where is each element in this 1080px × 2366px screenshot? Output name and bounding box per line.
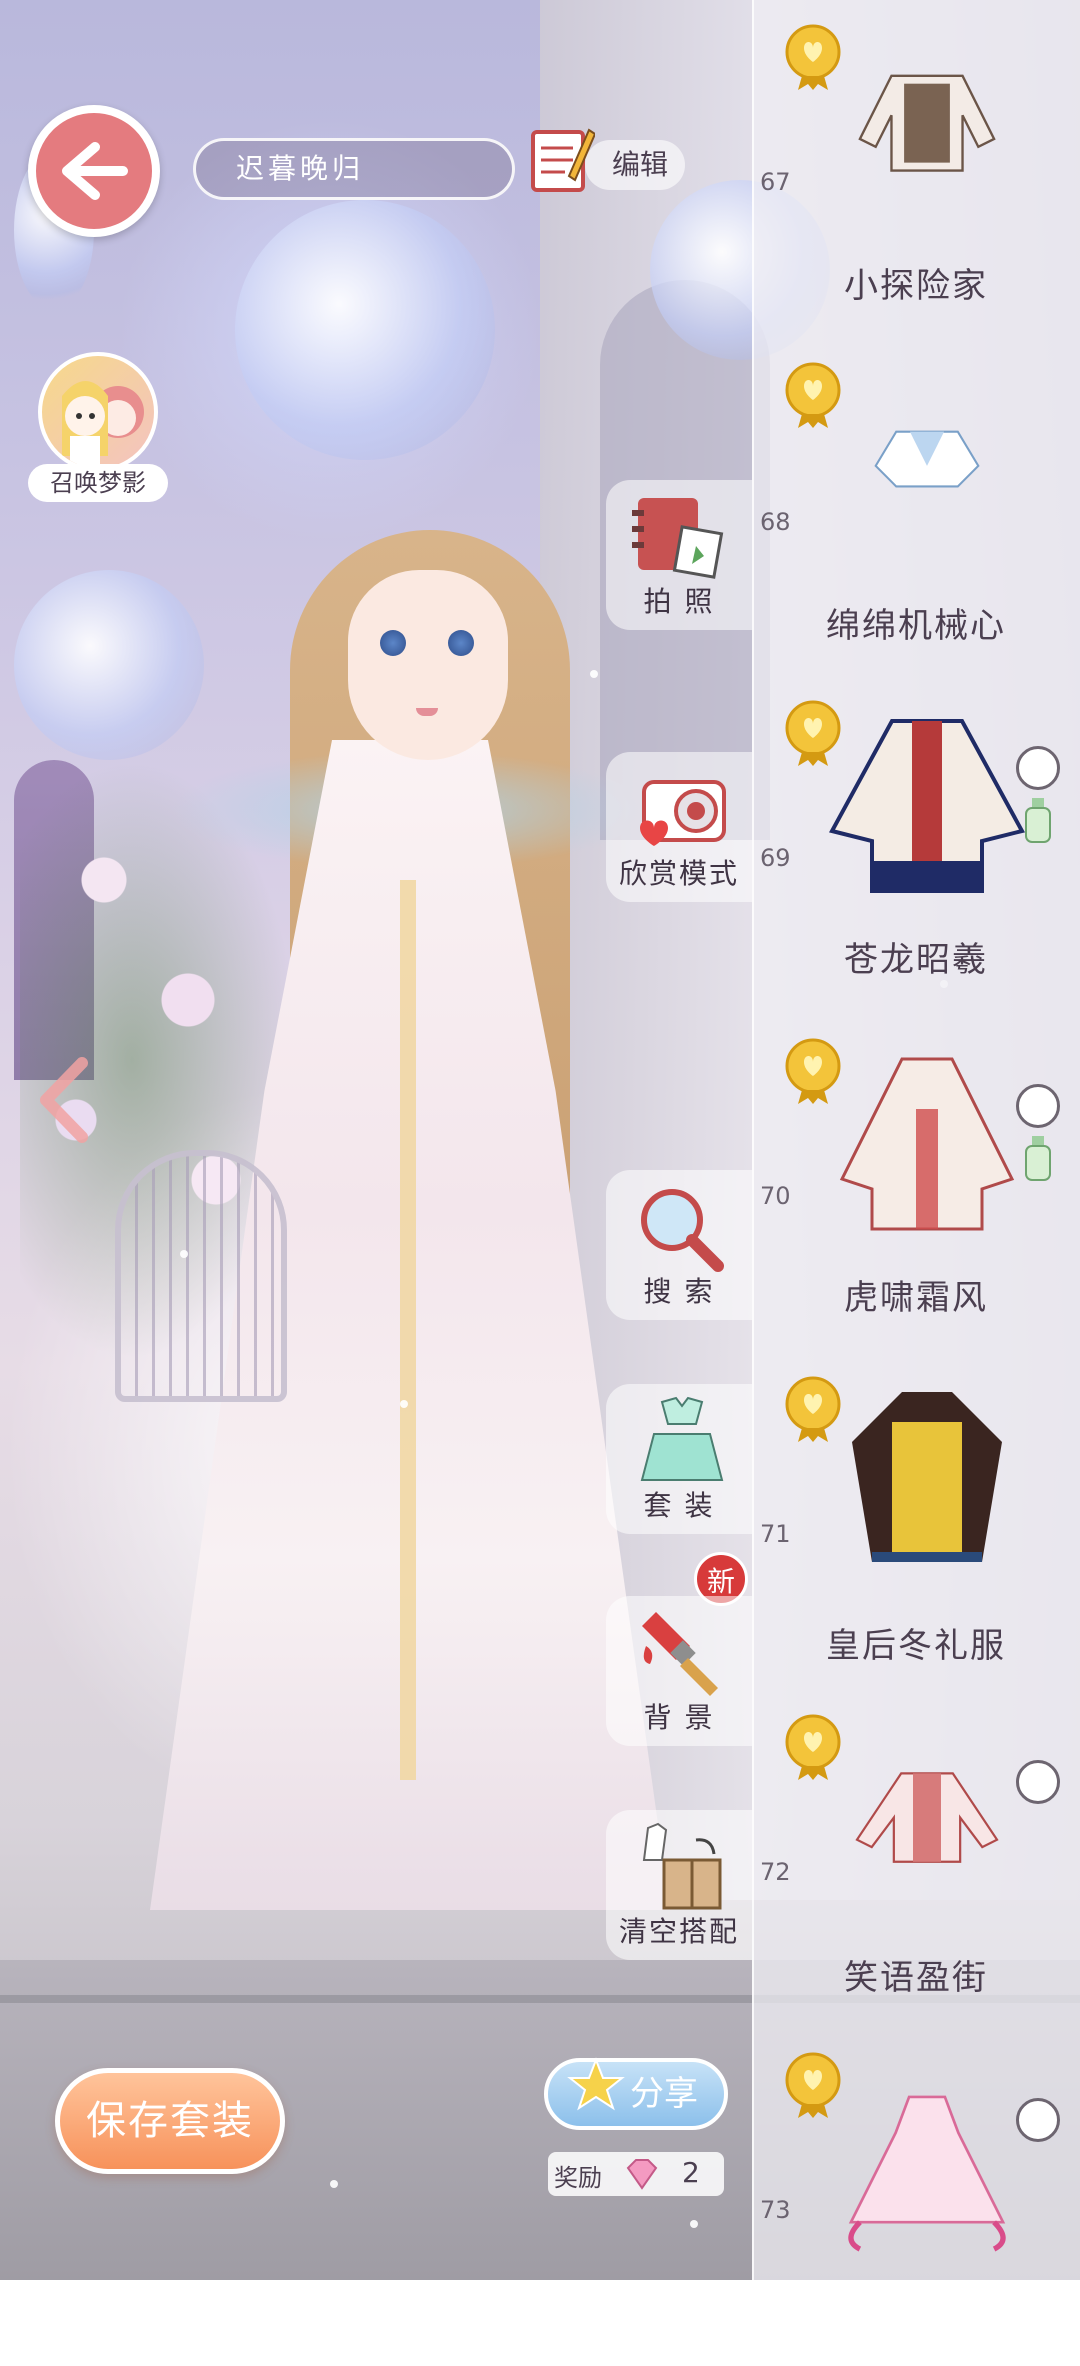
outfit-number: 72: [760, 1858, 791, 1886]
character-face: [348, 570, 508, 760]
back-button[interactable]: [28, 105, 160, 237]
sparkle: [400, 1400, 408, 1408]
appreciate-mode-label: 欣赏模式: [618, 857, 739, 890]
edit-button[interactable]: 编辑: [525, 110, 685, 200]
pose-icon[interactable]: [1016, 1084, 1060, 1128]
twin-girls-icon: [62, 381, 144, 466]
save-outfit-button[interactable]: 保存套装: [55, 2068, 285, 2174]
suits-button[interactable]: 套 装: [606, 1384, 752, 1534]
outfit-set-icon: [640, 1396, 724, 1481]
outfit-name: 笑语盈街: [844, 1958, 988, 1998]
previous-arrow-icon[interactable]: [34, 1055, 94, 1145]
outfit-name: 小探险家: [844, 266, 988, 306]
edit-label: 编辑: [585, 140, 685, 190]
search-label: 搜 索: [643, 1275, 715, 1308]
background-label: 背 景: [643, 1701, 715, 1734]
outfit-name-field[interactable]: 迟暮晚归: [193, 138, 515, 200]
pose-icon[interactable]: [1016, 1760, 1060, 1804]
search-button[interactable]: 搜 索: [606, 1170, 752, 1320]
suits-label: 套 装: [643, 1489, 715, 1522]
outfit-number: 67: [760, 168, 791, 196]
star-hand-icon: [567, 2057, 625, 2111]
birdcage: [115, 1150, 287, 1402]
reward-box: 奖励 2: [548, 2152, 724, 2196]
notepad-pencil-icon: [531, 128, 595, 192]
pose-icon[interactable]: [1016, 2098, 1060, 2142]
tiger-hanfu-icon: [839, 1057, 1015, 1231]
photo-album-icon: [632, 498, 724, 579]
summon-label: 召唤梦影: [28, 464, 168, 502]
character-eye: [380, 630, 406, 656]
clear-outfit-label: 清空搭配: [618, 1915, 739, 1948]
outfit-number: 73: [760, 2196, 791, 2224]
sparkle: [330, 2180, 338, 2188]
outfit-item[interactable]: 70 虎啸霜风: [752, 1014, 1080, 1352]
empress-gown-icon: [852, 1392, 1002, 1562]
share-button[interactable]: 分享: [544, 2057, 728, 2130]
outfit-number: 71: [760, 1520, 791, 1548]
back-arrow-icon: [62, 142, 128, 200]
outfit-name: 苍龙昭羲: [844, 940, 988, 980]
share-label: 分享: [630, 2074, 698, 2114]
clear-outfit-button[interactable]: 清空搭配: [606, 1810, 752, 1960]
summon-dream-shadow-button[interactable]: 召唤梦影: [28, 352, 168, 502]
hanging-flower-ball: [235, 200, 495, 460]
reward-value: 2: [682, 2156, 700, 2189]
summon-avatar: [38, 352, 158, 472]
pose-icon[interactable]: [1016, 746, 1060, 790]
red-jacket-icon: [855, 1772, 999, 1863]
pink-dress-icon: [848, 2095, 1006, 2252]
outfit-item[interactable]: 71 皇后冬礼服: [752, 1352, 1080, 1690]
outfit-number: 69: [760, 844, 791, 872]
appreciate-mode-button[interactable]: 欣赏模式: [606, 752, 752, 902]
photo-label: 拍 照: [643, 585, 715, 618]
explorer-jacket-icon: [858, 74, 996, 172]
outfit-item[interactable]: 72 笑语盈街: [752, 1690, 1080, 2028]
photo-button[interactable]: 拍 照: [606, 480, 752, 630]
background-button[interactable]: 背 景: [606, 1596, 752, 1746]
character-eye: [448, 630, 474, 656]
sparkle: [590, 670, 598, 678]
outfit-name: 虎啸霜风: [844, 1278, 988, 1318]
potion-bottle-icon: [1025, 1136, 1051, 1181]
potion-bottle-icon: [1025, 798, 1051, 843]
outfit-number: 70: [760, 1182, 791, 1210]
sparkle: [180, 1250, 188, 1258]
character-sash: [400, 880, 416, 1780]
outfit-item[interactable]: 67 小探险家: [752, 0, 1080, 338]
outfit-number: 68: [760, 508, 791, 536]
camera-heart-icon: [640, 780, 726, 846]
magnifier-icon: [641, 1189, 724, 1272]
reward-label: 奖励: [554, 2164, 602, 2192]
sparkle: [690, 2220, 698, 2228]
sailor-top-icon: [874, 430, 980, 488]
outfit-name: 皇后冬礼服: [826, 1626, 1006, 1666]
dragon-robe-icon: [829, 719, 1025, 893]
outfit-name: 绵绵机械心: [826, 606, 1006, 646]
box-dress-icon: [642, 1822, 722, 1910]
outfit-item[interactable]: 68 绵绵机械心: [752, 338, 1080, 676]
outfit-item[interactable]: 73: [752, 2028, 1080, 2366]
paintbrush-icon: [642, 1612, 718, 1696]
pink-diamond-icon: [626, 2159, 658, 2190]
outfit-item[interactable]: 69 苍龙昭羲: [752, 676, 1080, 1014]
